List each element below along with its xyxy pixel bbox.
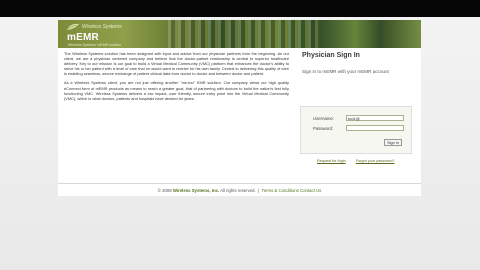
- request-login-link[interactable]: Request for login: [317, 159, 346, 163]
- password-field[interactable]: [346, 125, 404, 131]
- main-card: Wireless Systems mEMR Wireless Systems' …: [58, 20, 421, 196]
- banner-image-people: [320, 20, 421, 48]
- footer: © 2008 Wireless Systems, Inc. All rights…: [157, 188, 322, 193]
- company-logo[interactable]: Wireless Systems: [66, 22, 126, 31]
- leaf-logo-icon: [67, 23, 79, 30]
- app-name: mEMR: [67, 32, 99, 43]
- header-banner: Wireless Systems mEMR Wireless Systems' …: [58, 20, 421, 48]
- signin-title: Physician Sign In: [302, 52, 360, 59]
- login-form: Username: tod1@ Password: Sign In: [300, 106, 412, 154]
- intro-paragraph-2: As a Wireless Systems client, you are no…: [64, 80, 289, 101]
- footer-divider: [58, 183, 421, 184]
- intro-paragraph-1: The Wireless Systems solution has been d…: [64, 51, 289, 77]
- username-label: Username:: [313, 116, 335, 121]
- rights-text: All rights reserved.: [220, 188, 256, 193]
- tagline: Wireless Systems' mEMR solution: [68, 43, 122, 47]
- copyright-year: © 2008: [157, 188, 172, 193]
- signin-links: Request for login Forgot your password?: [317, 159, 395, 163]
- signin-subtitle: Sign in to mEMR with your mEMR account: [302, 69, 389, 74]
- signin-button[interactable]: Sign In: [384, 139, 402, 146]
- footer-company-link[interactable]: Wireless Systems, Inc.: [173, 188, 219, 193]
- banner-image-bookshelf: [168, 20, 318, 48]
- password-label: Password:: [313, 126, 334, 131]
- top-black-bar: [0, 0, 480, 17]
- intro-text: The Wireless Systems solution has been d…: [64, 51, 289, 105]
- forgot-password-link[interactable]: Forgot your password?: [356, 159, 395, 163]
- logo-text: Wireless Systems: [82, 23, 122, 30]
- username-field[interactable]: tod1@: [346, 115, 404, 121]
- terms-contact-link[interactable]: Terms & Conditions Contact Us: [262, 188, 322, 193]
